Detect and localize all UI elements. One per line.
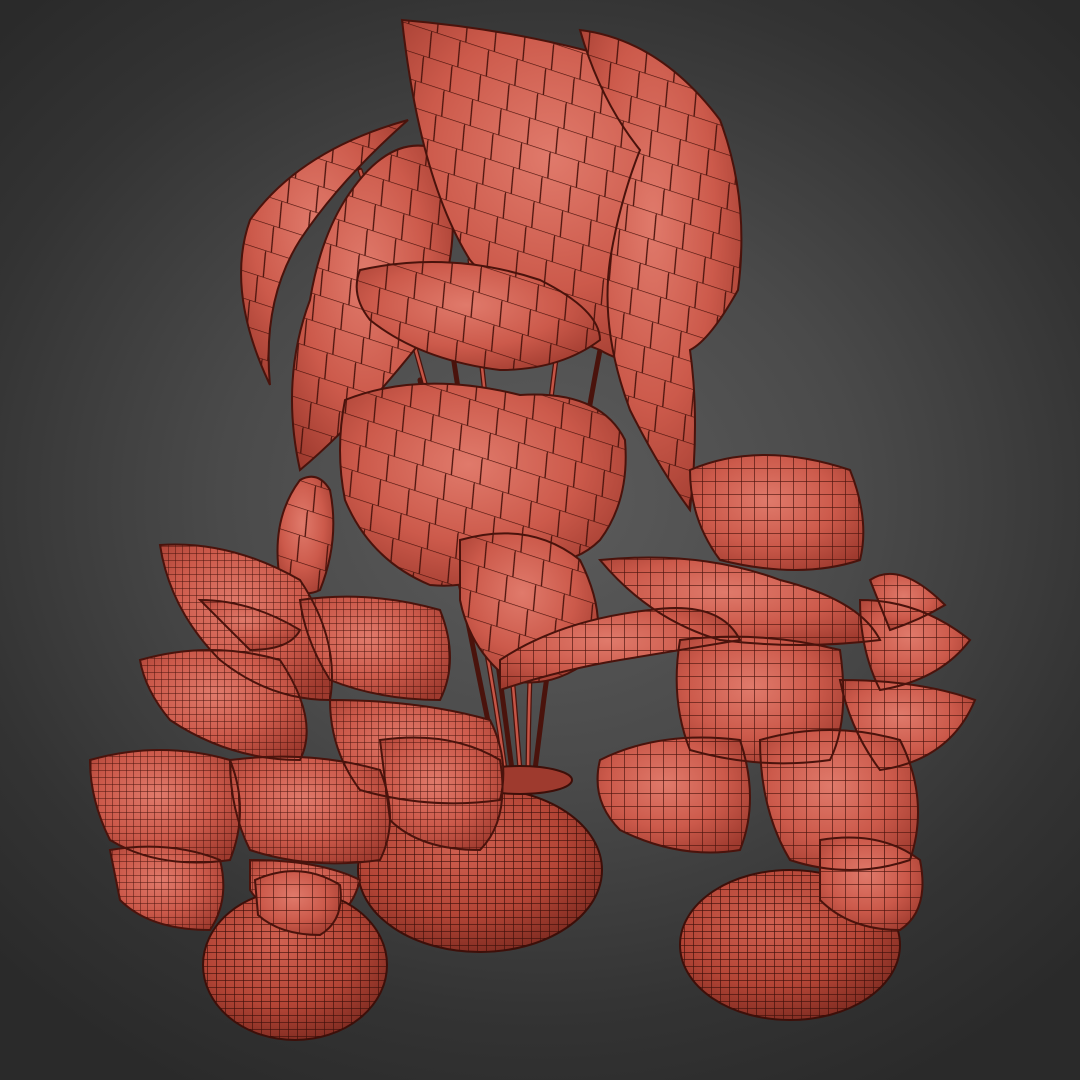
plants-wireframe-render	[89, 18, 976, 1041]
pot-left	[202, 870, 388, 1041]
small-fern-plant-left	[89, 543, 505, 1041]
3d-viewport[interactable]	[0, 0, 1080, 1080]
